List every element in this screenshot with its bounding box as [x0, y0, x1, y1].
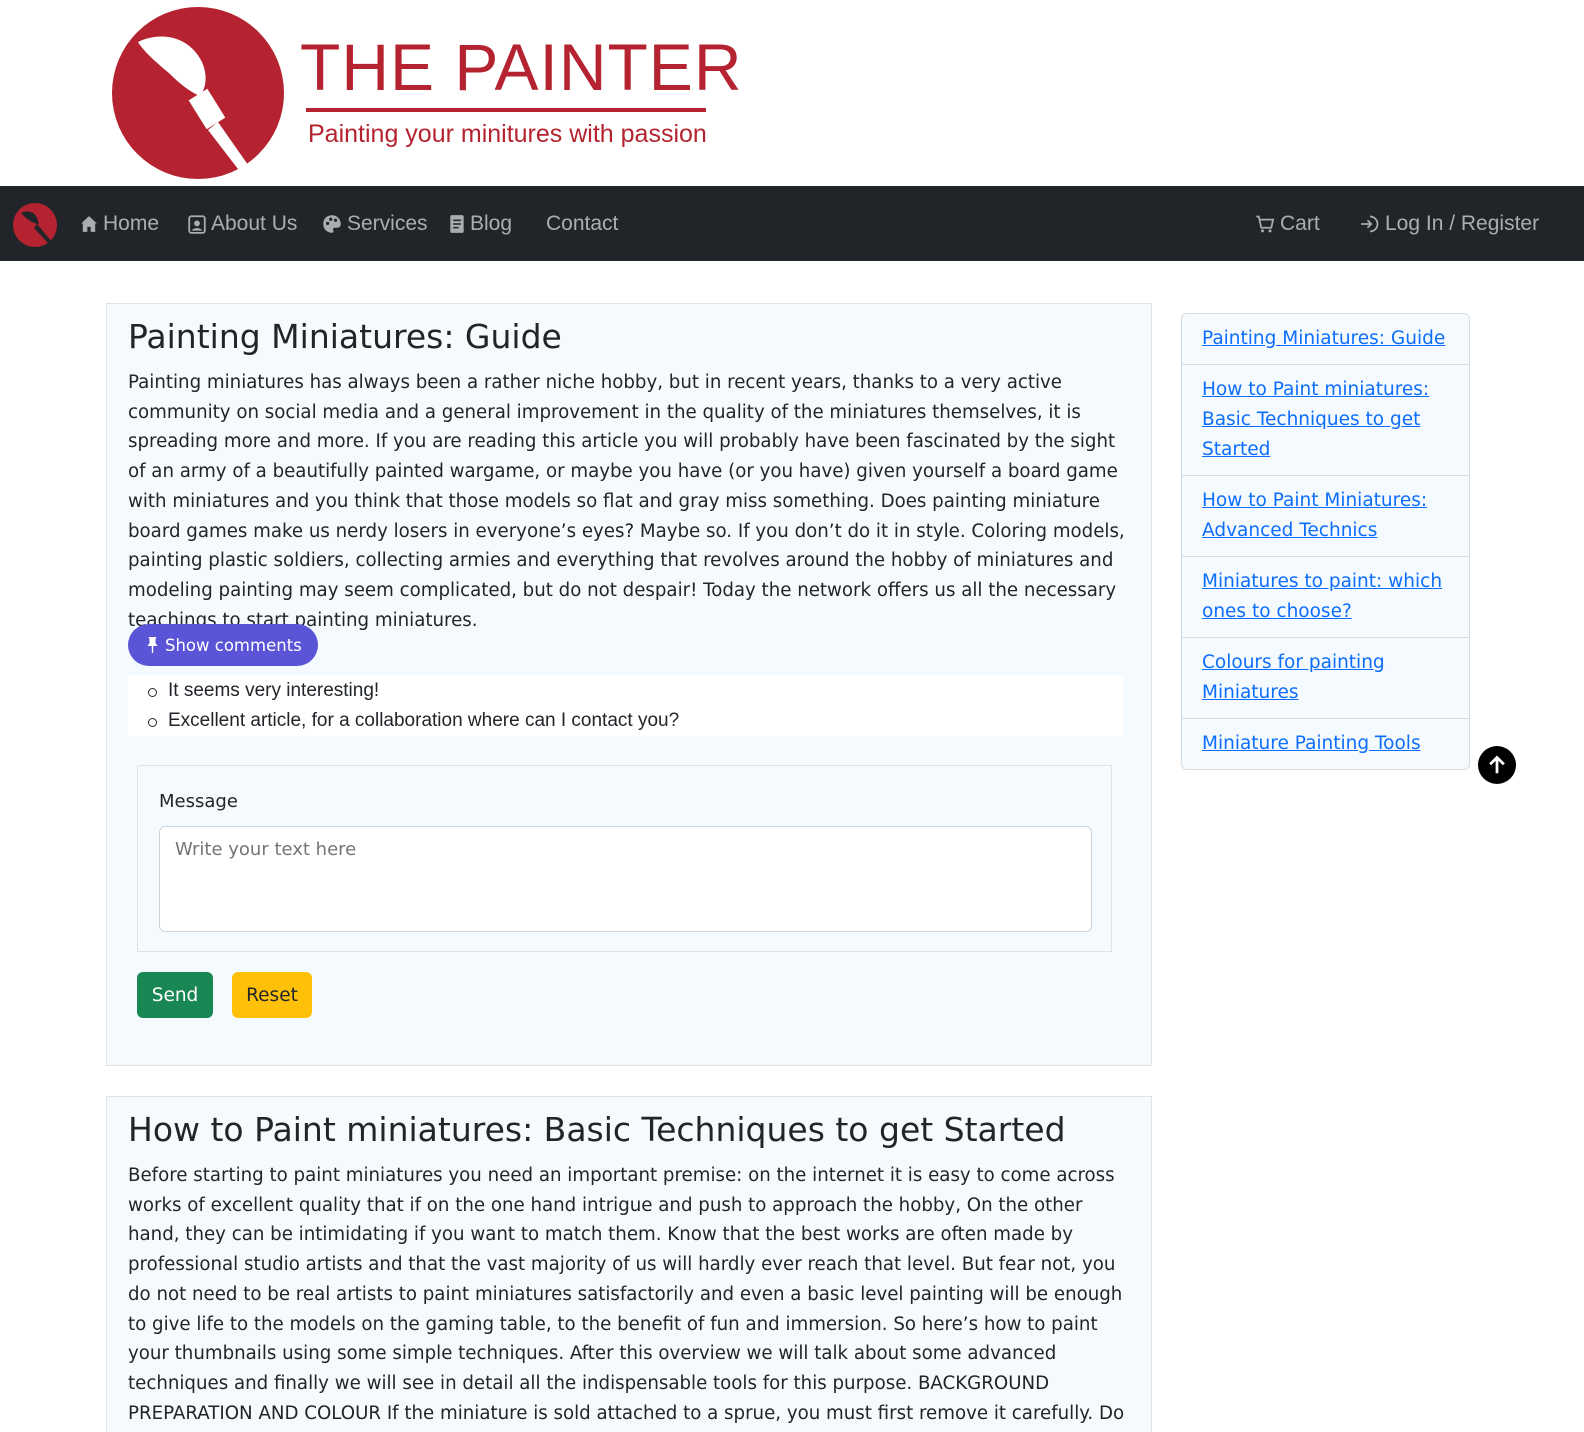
reset-button[interactable]: Reset — [232, 972, 312, 1018]
sidebar-link-advanced-technics[interactable]: How to Paint Miniatures: Advanced Techni… — [1202, 486, 1452, 546]
nav-home-label: Home — [103, 211, 160, 235]
article-title: Painting Miniatures: Guide — [128, 317, 562, 356]
nav-cart[interactable]: Cart — [1255, 186, 1320, 261]
cart-icon — [1256, 215, 1275, 232]
sidebar-item: Colours for painting Miniatures — [1182, 638, 1469, 719]
nav-login-label: Log In / Register — [1385, 211, 1540, 235]
article-card: Painting Miniatures: Guide Painting mini… — [106, 303, 1152, 1066]
sidebar-link-which-miniatures[interactable]: Miniatures to paint: which ones to choos… — [1202, 567, 1452, 627]
sidebar-item: Miniature Painting Tools — [1182, 719, 1469, 769]
nav-about-label: About Us — [211, 211, 298, 235]
sidebar-link-colours[interactable]: Colours for painting Miniatures — [1202, 648, 1452, 708]
sidebar-link-basic-techniques[interactable]: How to Paint miniatures: Basic Technique… — [1202, 375, 1452, 465]
arrow-up-icon — [1489, 755, 1505, 774]
nav-services[interactable]: Services — [322, 186, 428, 261]
nav-home[interactable]: Home — [80, 186, 159, 261]
sidebar-toc: Painting Miniatures: Guide How to Paint … — [1181, 313, 1470, 770]
house-icon — [81, 215, 97, 232]
back-to-top-button[interactable] — [1478, 746, 1516, 784]
nav-services-label: Services — [347, 211, 428, 235]
site-logo[interactable]: THE PAINTER Painting your minitures with… — [110, 4, 741, 182]
article-card: How to Paint miniatures: Basic Technique… — [106, 1096, 1152, 1432]
login-icon — [1361, 215, 1379, 232]
document-icon — [450, 214, 464, 233]
nav-login-register[interactable]: Log In / Register — [1360, 186, 1539, 261]
comments-list: It seems very interesting! Excellent art… — [128, 675, 1123, 736]
article-body: Painting miniatures has always been a ra… — [128, 372, 1125, 631]
palette-icon — [323, 214, 341, 233]
pin-icon — [147, 637, 158, 653]
main-navbar: Home About Us Services Blog Contact Cart… — [0, 186, 1584, 261]
nav-about-us[interactable]: About Us — [188, 186, 297, 261]
logo-title: THE PAINTER — [300, 30, 743, 104]
nav-blog-label: Blog — [470, 211, 513, 235]
show-comments-label: Show comments — [165, 635, 302, 655]
logo-divider — [306, 108, 706, 112]
comment-item: It seems very interesting! — [147, 680, 380, 701]
paintbrush-logo-icon — [112, 7, 284, 182]
logo-tagline: Painting your minitures with passion — [308, 120, 707, 148]
comment-form: Message — [137, 765, 1112, 952]
brand-logo-icon[interactable] — [12, 202, 58, 248]
sidebar-link-tools[interactable]: Miniature Painting Tools — [1202, 729, 1452, 759]
article-title: How to Paint miniatures: Basic Technique… — [128, 1110, 1066, 1149]
nav-contact[interactable]: Contact — [546, 186, 618, 261]
person-badge-icon — [188, 214, 206, 234]
sidebar-item: How to Paint Miniatures: Advanced Techni… — [1182, 476, 1469, 557]
sidebar-item: Miniatures to paint: which ones to choos… — [1182, 557, 1469, 638]
nav-contact-label: Contact — [546, 211, 619, 235]
article-body: Before starting to paint miniatures you … — [128, 1165, 1125, 1424]
show-comments-button[interactable]: Show comments — [128, 624, 318, 666]
nav-blog[interactable]: Blog — [449, 186, 512, 261]
send-button[interactable]: Send — [137, 972, 213, 1018]
sidebar-link-guide[interactable]: Painting Miniatures: Guide — [1202, 324, 1452, 354]
sidebar-item: How to Paint miniatures: Basic Technique… — [1182, 365, 1469, 476]
message-textarea[interactable] — [159, 826, 1092, 932]
comment-item: Excellent article, for a collaboration w… — [147, 710, 680, 731]
message-label: Message — [159, 791, 238, 812]
nav-cart-label: Cart — [1280, 211, 1320, 235]
sidebar-item: Painting Miniatures: Guide — [1182, 314, 1469, 365]
